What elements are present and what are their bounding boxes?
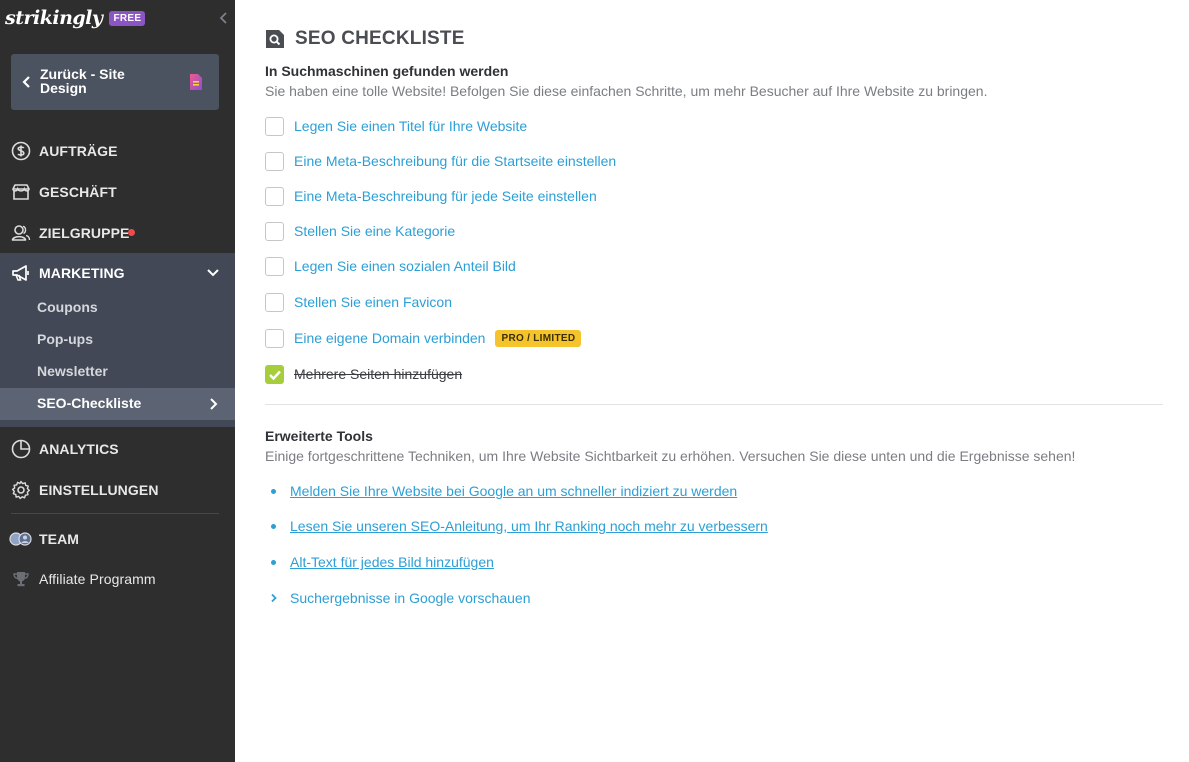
sidebar: strikingly FREE Zurück - Site Design AUF… xyxy=(0,0,235,762)
nav-team-label: TEAM xyxy=(39,531,80,547)
checklist-item[interactable]: Mehrere Seiten hinzufügen xyxy=(265,364,462,384)
nav-analytics-label: ANALYTICS xyxy=(39,441,119,457)
bullet xyxy=(271,559,276,565)
checklist-item-link[interactable]: Eine eigene Domain verbinden xyxy=(294,330,485,346)
chevron-down-icon xyxy=(207,269,219,277)
sub-item-label: SEO-Checkliste xyxy=(37,395,142,411)
nav-audience[interactable]: ZIELGRUPPE xyxy=(0,213,235,253)
chevron-right-icon xyxy=(271,593,277,603)
nav-affiliate-label: Affiliate Programm xyxy=(39,571,156,587)
notification-dot xyxy=(128,229,135,236)
tool-link[interactable]: Melden Sie Ihre Website bei Google an um… xyxy=(290,483,737,499)
megaphone-icon xyxy=(12,265,29,281)
nav-team[interactable]: TEAM xyxy=(0,519,235,559)
pro-limited-badge: PRO / LIMITED xyxy=(495,329,582,347)
sidebar-item-coupons[interactable]: Coupons xyxy=(0,292,235,324)
strikingly-logo: strikingly xyxy=(5,7,103,29)
tool-link[interactable]: Alt-Text für jedes Bild hinzufügen xyxy=(290,554,494,570)
marketing-group: MARKETING Coupons Pop-ups Newsletter SEO… xyxy=(0,253,235,427)
list-item: Alt-Text für jedes Bild hinzufügen xyxy=(271,552,494,572)
audience-icon xyxy=(11,225,31,241)
checklist-item[interactable]: Eine Meta-Beschreibung für die Startseit… xyxy=(265,151,616,171)
checkbox[interactable] xyxy=(265,256,284,276)
nav-audience-label: ZIELGRUPPE xyxy=(39,225,130,241)
checklist-item-link[interactable]: Stellen Sie eine Kategorie xyxy=(294,223,455,239)
back-label: Zurück - Site Design xyxy=(40,66,125,96)
bullet xyxy=(271,523,276,529)
checkmark-icon xyxy=(269,370,281,380)
checklist-item-link[interactable]: Eine Meta-Beschreibung für jede Seite ei… xyxy=(294,188,597,204)
sub-item-label: Pop-ups xyxy=(37,331,93,347)
brand[interactable]: strikingly FREE xyxy=(5,4,146,32)
bullet xyxy=(271,488,276,494)
nav-settings-label: EINSTELLUNGEN xyxy=(39,482,159,498)
chevron-left-icon xyxy=(22,76,30,88)
sidebar-divider xyxy=(11,513,219,514)
checklist-item-link[interactable]: Legen Sie einen sozialen Anteil Bild xyxy=(294,258,516,274)
page-header: SEO CHECKLISTE xyxy=(264,26,465,52)
dollar-circle-icon xyxy=(11,141,31,161)
google-preview-toggle[interactable]: Suchergebnisse in Google vorschauen xyxy=(271,588,531,608)
site-design-icon xyxy=(190,74,202,90)
checkbox[interactable] xyxy=(265,292,284,312)
checkbox[interactable] xyxy=(265,221,284,241)
found-heading: In Suchmaschinen gefunden werden xyxy=(265,63,509,79)
chevron-right-icon xyxy=(210,398,218,410)
checklist-item-link[interactable]: Mehrere Seiten hinzufügen xyxy=(294,366,462,382)
team-avatars-icon xyxy=(9,532,32,546)
back-to-site-design-button[interactable]: Zurück - Site Design xyxy=(11,54,219,110)
checkbox[interactable] xyxy=(265,328,284,348)
checklist-item[interactable]: Legen Sie einen Titel für Ihre Website xyxy=(265,116,527,136)
nav-marketing[interactable]: MARKETING xyxy=(0,253,235,293)
seo-magnifier-icon xyxy=(266,30,284,48)
found-description: Sie haben eine tolle Website! Befolgen S… xyxy=(265,83,988,99)
sidebar-item-newsletter[interactable]: Newsletter xyxy=(0,356,235,388)
section-divider xyxy=(265,404,1163,405)
plan-badge: FREE xyxy=(109,10,146,26)
checklist-item[interactable]: Stellen Sie eine Kategorie xyxy=(265,221,455,241)
nav-analytics[interactable]: ANALYTICS xyxy=(0,429,235,469)
nav-orders-label: AUFTRÄGE xyxy=(39,143,118,159)
checkbox[interactable] xyxy=(265,186,284,206)
advanced-description: Einige fortgeschrittene Techniken, um Ih… xyxy=(265,448,1076,464)
checklist-item-link[interactable]: Legen Sie einen Titel für Ihre Website xyxy=(294,118,527,134)
list-item: Lesen Sie unseren SEO-Anleitung, um Ihr … xyxy=(271,516,768,536)
sub-item-label: Newsletter xyxy=(37,363,108,379)
google-preview-label[interactable]: Suchergebnisse in Google vorschauen xyxy=(290,590,531,606)
checklist-item-link[interactable]: Stellen Sie einen Favicon xyxy=(294,294,452,310)
tool-link[interactable]: Lesen Sie unseren SEO-Anleitung, um Ihr … xyxy=(290,518,768,534)
nav-store[interactable]: GESCHÄFT xyxy=(0,172,235,212)
checkbox[interactable] xyxy=(265,151,284,171)
nav-store-label: GESCHÄFT xyxy=(39,184,117,200)
store-icon xyxy=(12,184,30,200)
checklist-item[interactable]: Eine Meta-Beschreibung für jede Seite ei… xyxy=(265,186,597,206)
collapse-sidebar-icon[interactable] xyxy=(217,10,231,26)
nav-affiliate[interactable]: Affiliate Programm xyxy=(0,559,235,599)
trophy-icon xyxy=(13,572,29,587)
checkbox-checked[interactable] xyxy=(265,364,284,384)
sidebar-item-seo-checklist[interactable]: SEO-Checkliste xyxy=(0,388,235,420)
nav-orders[interactable]: AUFTRÄGE xyxy=(0,131,235,171)
main-content: SEO CHECKLISTE In Suchmaschinen gefunden… xyxy=(235,0,1189,762)
nav-settings[interactable]: EINSTELLUNGEN xyxy=(0,470,235,510)
checklist-item[interactable]: Legen Sie einen sozialen Anteil Bild xyxy=(265,256,516,276)
checklist-item[interactable]: Eine eigene Domain verbinden PRO / LIMIT… xyxy=(265,328,582,348)
sub-item-label: Coupons xyxy=(37,299,98,315)
nav-marketing-label: MARKETING xyxy=(39,265,125,281)
checkbox[interactable] xyxy=(265,116,284,136)
checklist-item[interactable]: Stellen Sie einen Favicon xyxy=(265,292,452,312)
checklist-item-link[interactable]: Eine Meta-Beschreibung für die Startseit… xyxy=(294,153,616,169)
page-title: SEO CHECKLISTE xyxy=(295,28,465,49)
sidebar-item-popups[interactable]: Pop-ups xyxy=(0,324,235,356)
gear-icon xyxy=(11,480,30,500)
list-item: Melden Sie Ihre Website bei Google an um… xyxy=(271,481,737,501)
advanced-heading: Erweiterte Tools xyxy=(265,428,373,444)
pie-chart-icon xyxy=(11,439,31,459)
